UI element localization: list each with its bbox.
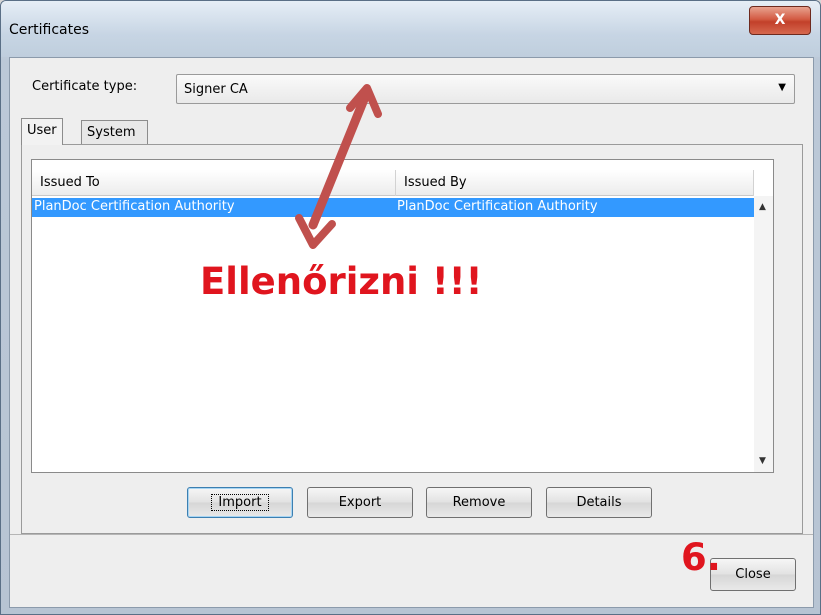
- column-issued-by-label: Issued By: [404, 175, 467, 190]
- tab-system-label: System: [87, 125, 136, 140]
- scroll-down-icon[interactable]: ▼: [759, 456, 766, 466]
- remove-button[interactable]: Remove: [426, 487, 532, 518]
- close-icon: X: [774, 12, 786, 28]
- tab-user[interactable]: User: [21, 118, 63, 145]
- table-header: Issued To Issued By: [32, 170, 754, 196]
- certificate-type-value: Signer CA: [184, 82, 248, 97]
- close-button[interactable]: Close: [710, 558, 796, 591]
- table-row[interactable]: PlanDoc Certification Authority PlanDoc …: [32, 198, 754, 217]
- annotation-check-note: Ellenőrizni !!!: [200, 260, 483, 303]
- close-window-button[interactable]: X: [749, 6, 811, 35]
- certificates-table[interactable]: Issued To Issued By PlanDoc Certificatio…: [31, 159, 774, 473]
- certificate-type-select[interactable]: Signer CA ▼: [176, 74, 795, 104]
- tab-system[interactable]: System: [81, 120, 148, 144]
- import-button[interactable]: Import: [187, 487, 293, 518]
- column-issued-to-label: Issued To: [40, 175, 100, 190]
- column-issued-by[interactable]: Issued By: [396, 170, 754, 196]
- dialog-client-area: Certificate type: Signer CA ▼ User Syste…: [9, 57, 814, 608]
- export-button-label: Export: [338, 495, 382, 510]
- export-button[interactable]: Export: [307, 487, 413, 518]
- tab-user-label: User: [27, 123, 57, 138]
- cell-issued-to: PlanDoc Certification Authority: [34, 199, 235, 214]
- column-issued-to[interactable]: Issued To: [32, 170, 396, 196]
- remove-button-label: Remove: [452, 495, 506, 510]
- scroll-up-icon[interactable]: ▲: [759, 202, 766, 212]
- certificate-type-label: Certificate type:: [32, 79, 138, 94]
- title-bar: Certificates X: [1, 1, 820, 57]
- details-button[interactable]: Details: [546, 487, 652, 518]
- chevron-down-icon: ▼: [778, 82, 786, 93]
- cell-issued-by: PlanDoc Certification Authority: [397, 199, 598, 214]
- annotation-step-number: 6.: [681, 536, 721, 579]
- divider: [10, 534, 813, 535]
- certificates-dialog: Certificates X Certificate type: Signer …: [0, 0, 821, 615]
- close-button-label: Close: [735, 567, 771, 582]
- window-title: Certificates: [9, 22, 90, 38]
- details-button-label: Details: [576, 495, 622, 510]
- vertical-scrollbar[interactable]: ▲ ▼: [754, 196, 773, 472]
- import-button-label: Import: [211, 494, 269, 511]
